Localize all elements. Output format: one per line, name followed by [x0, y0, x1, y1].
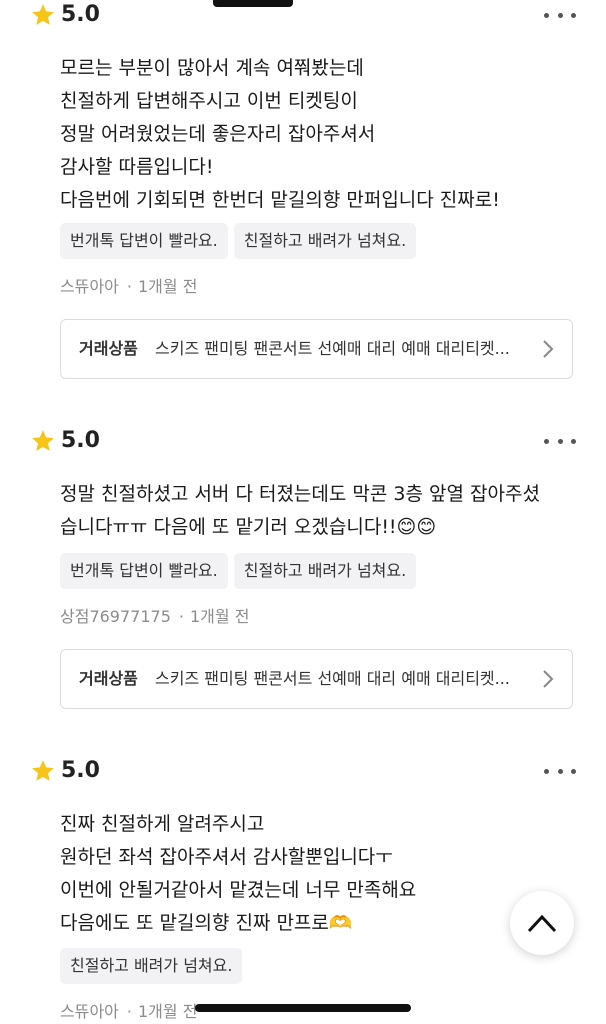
scroll-top-button[interactable]: [510, 891, 574, 955]
product-label: 거래상품: [79, 669, 138, 688]
review-text: 정말 친절하셨고 서버 다 터졌는데도 막콘 3층 앞열 잡아주셨 습니다ㅠㅠ …: [60, 483, 540, 538]
meta-separator: ·: [126, 1002, 132, 1021]
rating-score: 5.0: [61, 758, 100, 783]
review-text: 진짜 친절하게 알려주시고 원하던 좌석 잡아주셔서 감사할뿐입니다ㅜ 이번에 …: [60, 813, 417, 934]
review-list-page: 5.0 모르는 부분이 많아서 계속 여쭤봤는데 친절하게 답변해주시고 이번 …: [0, 0, 606, 1024]
home-indicator: [195, 1004, 411, 1012]
more-icon[interactable]: [544, 434, 576, 448]
star-icon: [32, 760, 54, 781]
review-tags: 친절하고 배려가 넘쳐요.: [60, 948, 243, 984]
product-link[interactable]: 거래상품 스키즈 팬미팅 팬콘서트 선예매 대리 예매 대리티켓...: [60, 319, 573, 379]
star-icon: [32, 4, 54, 25]
review-tag: 친절하고 배려가 넘쳐요.: [60, 948, 243, 984]
product-link[interactable]: 거래상품 스키즈 팬미팅 팬콘서트 선예매 대리 예매 대리티켓...: [60, 649, 573, 709]
rating-score: 5.0: [61, 428, 100, 453]
review-tag: 번개톡 답변이 빨라요.: [60, 223, 228, 259]
chevron-right-icon: [543, 670, 554, 688]
rating-row: 5.0: [30, 756, 576, 788]
author-name[interactable]: 상점76977175: [60, 607, 171, 626]
rating-score: 5.0: [61, 2, 100, 27]
review-tags: 번개톡 답변이 빨라요. 친절하고 배려가 넘쳐요.: [60, 553, 417, 589]
review-meta: 스뜌아아 · 1개월 전: [60, 276, 197, 298]
rating-row: 5.0: [30, 0, 576, 32]
more-icon[interactable]: [544, 764, 576, 778]
review-text: 모르는 부분이 많아서 계속 여쭤봤는데 친절하게 답변해주시고 이번 티켓팅이…: [60, 57, 500, 211]
meta-separator: ·: [126, 277, 132, 296]
meta-separator: ·: [178, 607, 184, 626]
product-name: 스키즈 팬미팅 팬콘서트 선예매 대리 예매 대리티켓...: [155, 669, 510, 688]
review-tags: 번개톡 답변이 빨라요. 친절하고 배려가 넘쳐요.: [60, 223, 417, 259]
review-time: 1개월 전: [189, 607, 250, 626]
review-tag: 친절하고 배려가 넘쳐요.: [233, 223, 417, 259]
review-tag: 친절하고 배려가 넘쳐요.: [233, 553, 417, 589]
review-time: 1개월 전: [137, 277, 198, 296]
review-meta: 스뜌아아 · 1개월 전: [60, 1001, 197, 1023]
rating-row: 5.0: [30, 426, 576, 458]
chevron-right-icon: [543, 340, 554, 358]
author-name[interactable]: 스뜌아아: [60, 277, 119, 296]
review-meta: 상점76977175 · 1개월 전: [60, 606, 249, 628]
author-name[interactable]: 스뜌아아: [60, 1002, 119, 1021]
chevron-up-icon: [527, 914, 557, 933]
star-icon: [32, 430, 54, 451]
product-name: 스키즈 팬미팅 팬콘서트 선예매 대리 예매 대리티켓...: [155, 339, 510, 358]
more-icon[interactable]: [544, 8, 576, 22]
review-tag: 번개톡 답변이 빨라요.: [60, 553, 228, 589]
product-label: 거래상품: [79, 339, 138, 358]
review-time: 1개월 전: [137, 1002, 198, 1021]
